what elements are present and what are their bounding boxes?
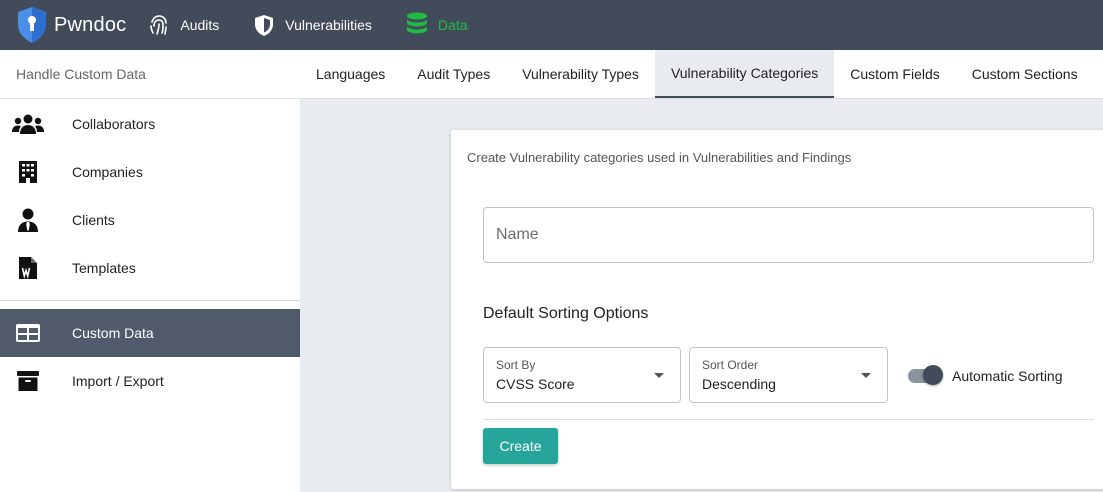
- sidebar: Collaborators Companies Clients Template…: [0, 99, 300, 492]
- name-field[interactable]: [483, 207, 1094, 263]
- app-name: Pwndoc: [54, 13, 127, 36]
- sort-by-value: CVSS Score: [496, 376, 575, 392]
- create-button[interactable]: Create: [483, 428, 558, 464]
- sidebar-item-label: Companies: [72, 164, 143, 180]
- page-title: Handle Custom Data: [16, 66, 146, 82]
- shield-icon: [251, 12, 277, 38]
- tab-custom-sections[interactable]: Custom Sections: [956, 50, 1094, 98]
- sidebar-item-label: Clients: [72, 212, 115, 228]
- section-title: Default Sorting Options: [483, 305, 649, 322]
- sidebar-item-collaborators[interactable]: Collaborators: [0, 100, 300, 148]
- sub-header: Handle Custom Data Languages Audit Types…: [0, 50, 1103, 99]
- name-input[interactable]: [484, 208, 1093, 262]
- card-divider: [483, 419, 1094, 420]
- database-icon: [404, 12, 430, 38]
- card-description: Create Vulnerability categories used in …: [467, 150, 852, 165]
- toggle-knob: [923, 365, 943, 385]
- tab-languages[interactable]: Languages: [300, 50, 401, 98]
- tab-vulnerability-types[interactable]: Vulnerability Types: [506, 50, 655, 98]
- sidebar-item-custom-data[interactable]: Custom Data: [0, 309, 300, 357]
- sort-order-label: Sort Order: [702, 358, 759, 372]
- sidebar-item-label: Collaborators: [72, 116, 156, 132]
- automatic-sorting-label: Automatic Sorting: [952, 368, 1063, 384]
- sort-order-select[interactable]: Sort Order Descending: [689, 347, 888, 403]
- nav-label: Data: [437, 17, 468, 33]
- nav-label: Audits: [180, 17, 220, 33]
- sort-by-select[interactable]: Sort By CVSS Score: [483, 347, 681, 403]
- top-navbar: Pwndoc Audits Vulnerabilities Data: [0, 0, 1103, 50]
- sort-order-value: Descending: [702, 376, 776, 392]
- brand[interactable]: Pwndoc: [16, 0, 126, 50]
- table-icon: [12, 321, 44, 345]
- word-file-icon: [12, 256, 44, 280]
- automatic-sorting-toggle[interactable]: [908, 365, 943, 385]
- archive-icon: [12, 369, 44, 393]
- tab-audit-types[interactable]: Audit Types: [401, 50, 506, 98]
- building-icon: [12, 160, 44, 184]
- pwndoc-logo-icon: [18, 7, 46, 43]
- users-icon: [12, 112, 44, 136]
- create-category-card: Create Vulnerability categories used in …: [451, 130, 1103, 489]
- tab-bar: Languages Audit Types Vulnerability Type…: [300, 50, 1094, 98]
- sidebar-item-templates[interactable]: Templates: [0, 244, 300, 292]
- nav-label: Vulnerabilities: [285, 17, 372, 33]
- nav-vulnerabilities[interactable]: Vulnerabilities: [251, 0, 372, 50]
- nav-audits[interactable]: Audits: [146, 0, 219, 50]
- sidebar-item-label: Custom Data: [72, 325, 154, 341]
- sort-by-label: Sort By: [496, 358, 536, 372]
- nav-data[interactable]: Data: [404, 0, 468, 50]
- sidebar-divider: [0, 300, 300, 301]
- sidebar-item-label: Templates: [72, 260, 136, 276]
- tab-vulnerability-categories[interactable]: Vulnerability Categories: [654, 50, 835, 98]
- sidebar-item-label: Import / Export: [72, 373, 164, 389]
- fingerprint-icon: [146, 12, 172, 38]
- sidebar-item-companies[interactable]: Companies: [0, 148, 300, 196]
- dropdown-arrow-icon: [861, 373, 871, 378]
- sidebar-item-clients[interactable]: Clients: [0, 196, 300, 244]
- user-tie-icon: [12, 208, 44, 232]
- tab-custom-fields[interactable]: Custom Fields: [834, 50, 955, 98]
- dropdown-arrow-icon: [654, 373, 664, 378]
- sidebar-item-import-export[interactable]: Import / Export: [0, 357, 300, 405]
